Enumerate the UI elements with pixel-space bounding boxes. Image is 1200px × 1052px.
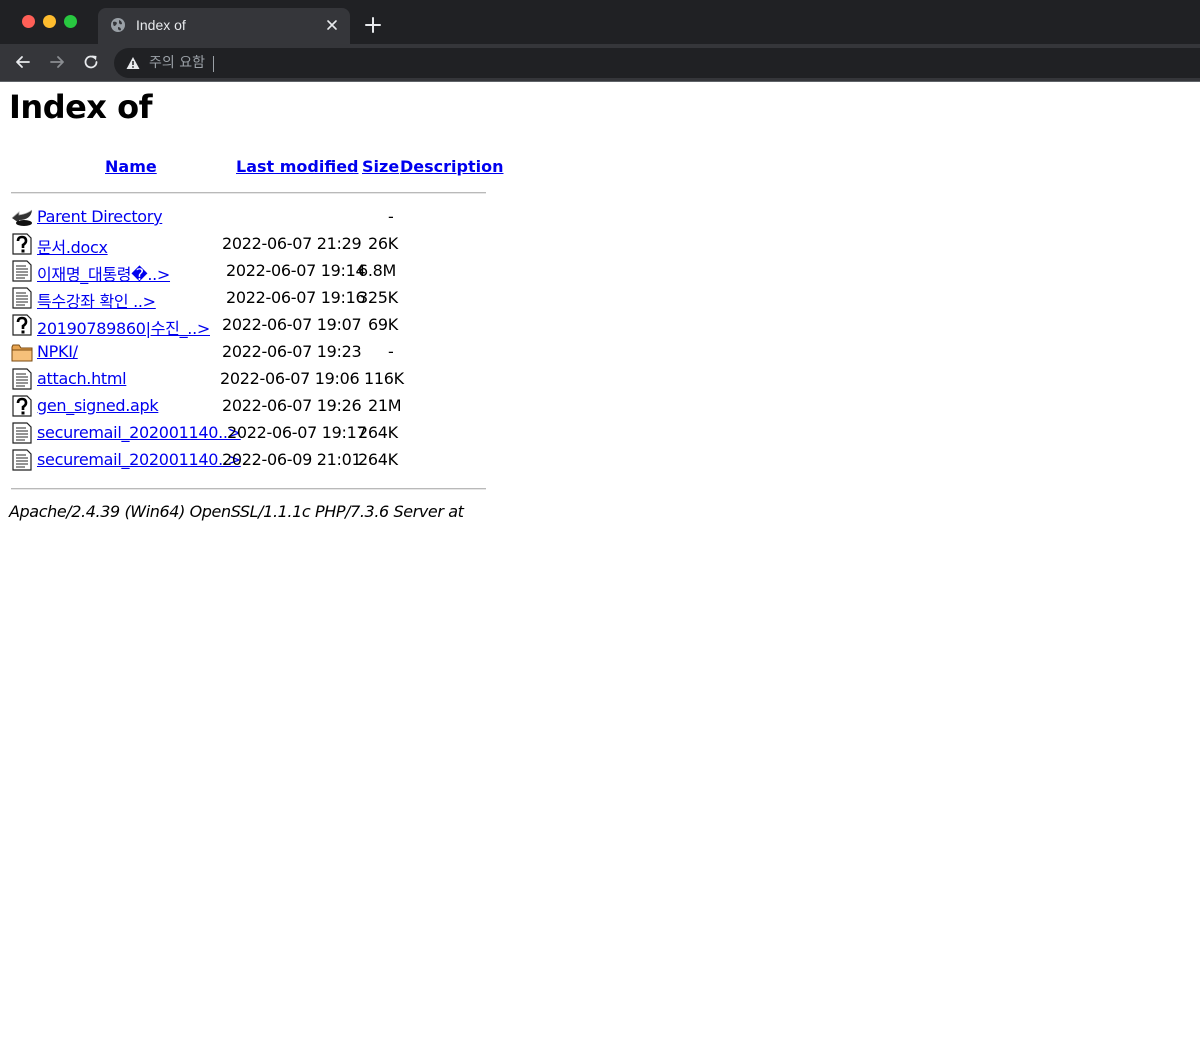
- row-size: 264K: [358, 450, 398, 469]
- back-arrow-icon[interactable]: [13, 52, 33, 72]
- table-row: Parent Directory -: [0, 203, 500, 230]
- browser-toolbar: 주의 요함: [0, 44, 1200, 82]
- folder-icon: [11, 344, 33, 362]
- address-bar[interactable]: 주의 요함: [114, 48, 1200, 78]
- row-last-modified: 2022-06-09 21:01: [222, 450, 362, 469]
- row-size: 264K: [358, 423, 398, 442]
- row-name-link[interactable]: securemail_202001140..>: [37, 450, 241, 469]
- row-name-link[interactable]: NPKI/: [37, 342, 78, 361]
- security-status-label[interactable]: 주의 요함: [149, 54, 205, 72]
- text-file-icon: [12, 422, 32, 444]
- row-last-modified: 2022-06-07 21:29: [222, 234, 362, 253]
- table-row: 문서.docx 2022-06-07 21:29 26K: [0, 230, 500, 257]
- table-row: gen_signed.apk 2022-06-07 19:26 21M: [0, 392, 500, 419]
- row-name-link[interactable]: securemail_202001140..>: [37, 423, 241, 442]
- window-maximize-button[interactable]: [64, 15, 77, 28]
- row-size: 26K: [368, 234, 398, 253]
- text-file-icon: [12, 260, 32, 282]
- back-icon: [11, 209, 33, 226]
- table-row: 특수강좌 확인 ..> 2022-06-07 19:16 325K: [0, 284, 500, 311]
- text-cursor: [213, 56, 214, 72]
- text-file-icon: [12, 368, 32, 390]
- row-name-link[interactable]: 특수강좌 확인 ..>: [37, 288, 156, 312]
- window-close-button[interactable]: [22, 15, 35, 28]
- reload-icon[interactable]: [81, 52, 101, 72]
- row-size: -: [388, 342, 394, 361]
- browser-tabstrip: Index of: [0, 0, 1200, 44]
- tab-title: Index of: [136, 17, 186, 33]
- column-header-size[interactable]: Size: [362, 157, 399, 176]
- table-row: 이재명_대통령�..> 2022-06-07 19:14 6.8M: [0, 257, 500, 284]
- column-header-last-modified[interactable]: Last modified: [236, 157, 359, 176]
- text-file-icon: [12, 287, 32, 309]
- close-tab-icon[interactable]: [324, 17, 340, 33]
- forward-arrow-icon[interactable]: [47, 52, 67, 72]
- table-row: securemail_202001140..> 2022-06-07 19:17…: [0, 419, 500, 446]
- row-name-link[interactable]: 이재명_대통령�..>: [37, 261, 170, 285]
- table-row: securemail_202001140..> 2022-06-09 21:01…: [0, 446, 500, 473]
- row-last-modified: 2022-06-07 19:26: [222, 396, 362, 415]
- page-content: Index of Name Last modified Size Descrip…: [0, 82, 1200, 1052]
- unknown-file-icon: [12, 395, 32, 417]
- table-row: attach.html 2022-06-07 19:06 116K: [0, 365, 500, 392]
- window-minimize-button[interactable]: [43, 15, 56, 28]
- row-name-link[interactable]: gen_signed.apk: [37, 396, 159, 415]
- row-last-modified: 2022-06-07 19:23: [222, 342, 362, 361]
- row-name-link[interactable]: 20190789860|수진_..>: [37, 315, 210, 339]
- table-row: NPKI/ 2022-06-07 19:23 -: [0, 338, 500, 365]
- new-tab-icon[interactable]: [364, 16, 382, 34]
- row-name-link[interactable]: attach.html: [37, 369, 127, 388]
- page-title: Index of: [9, 88, 152, 126]
- row-size: -: [388, 207, 394, 226]
- row-last-modified: 2022-06-07 19:17: [227, 423, 367, 442]
- unknown-file-icon: [12, 314, 32, 336]
- server-signature: Apache/2.4.39 (Win64) OpenSSL/1.1.1c PHP…: [9, 502, 464, 521]
- row-size: 116K: [364, 369, 404, 388]
- row-last-modified: 2022-06-07 19:06: [220, 369, 360, 388]
- unknown-file-icon: [12, 233, 32, 255]
- globe-icon: [111, 18, 125, 32]
- row-size: 69K: [368, 315, 398, 334]
- divider: [11, 488, 486, 490]
- column-header-name[interactable]: Name: [105, 157, 157, 176]
- column-header-description[interactable]: Description: [400, 157, 503, 176]
- divider: [11, 192, 486, 194]
- warning-icon[interactable]: [126, 56, 140, 70]
- row-name-link[interactable]: 문서.docx: [37, 234, 108, 258]
- row-last-modified: 2022-06-07 19:07: [222, 315, 362, 334]
- browser-tab[interactable]: Index of: [98, 8, 350, 44]
- row-size: 6.8M: [358, 261, 397, 280]
- row-last-modified: 2022-06-07 19:16: [226, 288, 366, 307]
- text-file-icon: [12, 449, 32, 471]
- row-name-link[interactable]: Parent Directory: [37, 207, 163, 226]
- table-row: 20190789860|수진_..> 2022-06-07 19:07 69K: [0, 311, 500, 338]
- row-last-modified: 2022-06-07 19:14: [226, 261, 366, 280]
- row-size: 325K: [358, 288, 398, 307]
- row-size: 21M: [368, 396, 402, 415]
